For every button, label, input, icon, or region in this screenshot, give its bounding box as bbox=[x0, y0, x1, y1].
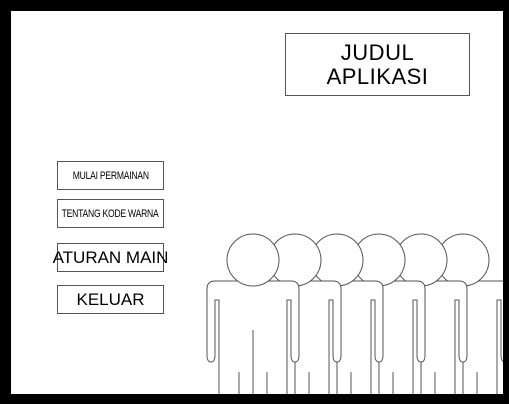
person-head bbox=[226, 233, 280, 287]
people-group-icon bbox=[206, 233, 503, 394]
